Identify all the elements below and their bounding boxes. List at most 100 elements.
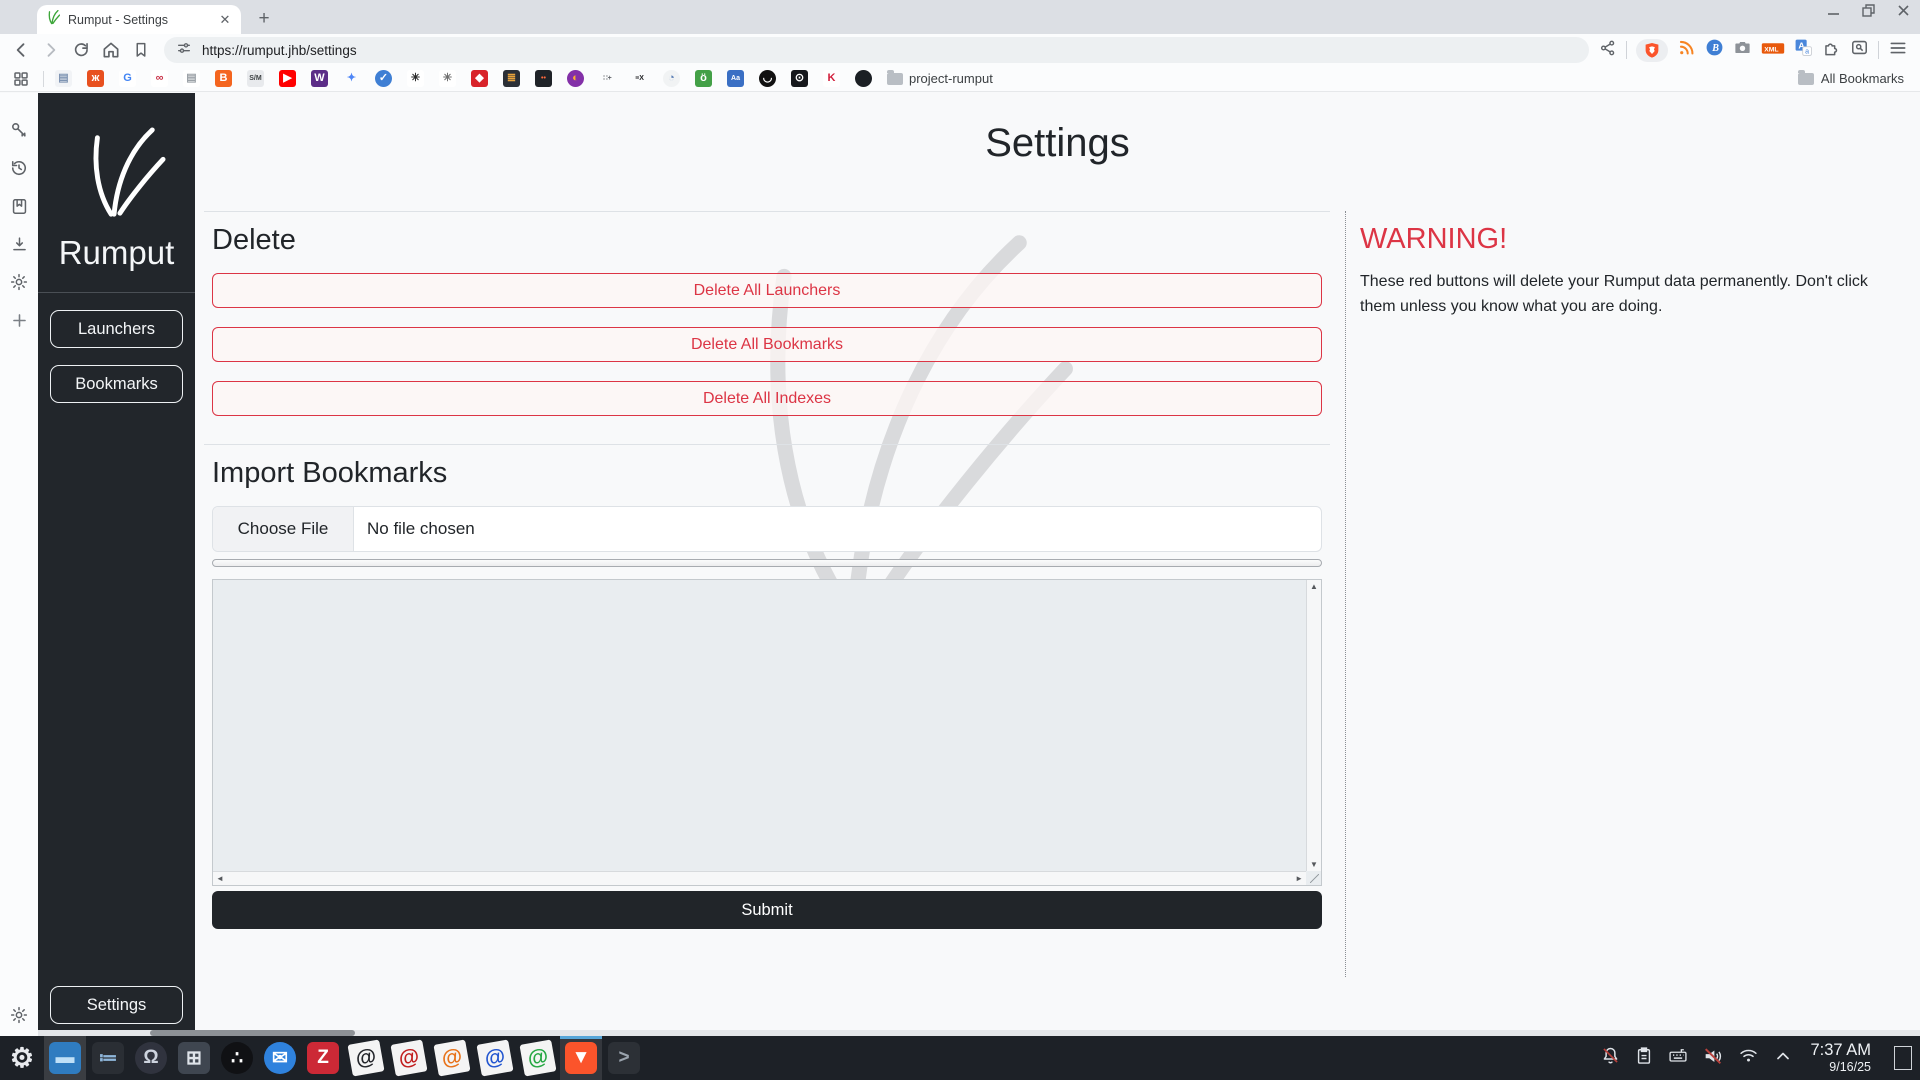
reading-list-icon[interactable] (8, 195, 30, 217)
menu-icon[interactable] (1888, 38, 1908, 63)
choose-file-button[interactable]: Choose File (213, 507, 354, 551)
spiral-blue-icon[interactable]: @ (476, 1039, 513, 1076)
blue-check-icon[interactable]: ✓ (375, 70, 392, 87)
tab-close-icon[interactable]: ✕ (217, 12, 233, 28)
globe-clock-icon[interactable]: ◔ (663, 70, 680, 87)
green-mascot-icon[interactable]: ö (695, 70, 712, 87)
two-dots-icon[interactable]: •• (535, 70, 552, 87)
ex-icon[interactable]: ≡X (631, 70, 648, 87)
show-desktop-button[interactable] (1894, 1046, 1912, 1070)
textarea-vertical-scrollbar[interactable]: ▲▼ (1306, 580, 1321, 871)
scroll-right-arrow[interactable]: ► (1295, 874, 1303, 883)
b-orange-icon[interactable]: B (215, 70, 232, 87)
window-close-button[interactable] (1897, 4, 1910, 17)
sm-icon[interactable]: S/M (247, 70, 264, 87)
dots-plus-icon[interactable]: ∷+ (599, 70, 616, 87)
bookmark-page-icon[interactable] (128, 37, 154, 63)
spiral-green-icon[interactable]: @ (519, 1039, 556, 1076)
window-restore-button[interactable] (1862, 4, 1875, 17)
google-icon[interactable]: G (119, 70, 136, 87)
bottom-settings-icon[interactable] (8, 1004, 30, 1026)
spiral-orange-icon[interactable]: @ (433, 1039, 470, 1076)
sidebar-item-launchers[interactable]: Launchers (50, 310, 183, 348)
delete-all-bookmarks-button[interactable]: Delete All Bookmarks (212, 327, 1322, 362)
textarea-resize-grip[interactable] (1310, 874, 1319, 883)
extensions-puzzle-icon[interactable] (1822, 38, 1841, 62)
forward-icon[interactable] (38, 37, 64, 63)
thunderbird-icon[interactable]: ✉ (264, 1042, 296, 1074)
warning-body: These red buttons will delete your Rumpu… (1360, 270, 1896, 320)
openai-dark-icon[interactable]: ✳ (407, 70, 424, 87)
red-rings-icon[interactable]: ∞ (151, 70, 168, 87)
calculator-icon[interactable]: ⊞ (178, 1042, 210, 1074)
kde-launcher-icon[interactable]: ⚙ (6, 1042, 38, 1074)
clipboard-icon[interactable] (1634, 1046, 1654, 1071)
camera-extension-icon[interactable] (1733, 38, 1752, 62)
youtube-icon[interactable]: ▶ (279, 70, 296, 87)
brave-shield-icon[interactable] (1636, 39, 1668, 62)
wifi-icon[interactable] (1737, 1045, 1760, 1071)
spiral-red-icon[interactable]: @ (390, 1039, 427, 1076)
brave-browser-icon[interactable]: ▼ (565, 1042, 597, 1074)
obs-icon[interactable]: ∴ (221, 1042, 253, 1074)
server-list-icon[interactable]: ≣ (503, 70, 520, 87)
bookmark-folder-project-rumput[interactable]: project-rumput (887, 71, 993, 86)
notifications-muted-icon[interactable] (1600, 1045, 1621, 1071)
notes-icon[interactable]: ▤ (55, 70, 72, 87)
expand-tray-icon[interactable] (1773, 1046, 1793, 1071)
settings-sliders-icon[interactable]: ≔ (92, 1042, 124, 1074)
red-shield-icon[interactable]: ◆ (471, 70, 488, 87)
swirl-purple-icon[interactable]: ◐ (567, 70, 584, 87)
delete-all-indexes-button[interactable]: Delete All Indexes (212, 381, 1322, 416)
orange-app-icon[interactable]: ж (87, 70, 104, 87)
import-textarea[interactable]: ▲▼ ◄► (212, 579, 1322, 886)
cat-icon[interactable]: ⊙ (791, 70, 808, 87)
site-settings-icon[interactable] (176, 40, 192, 61)
keyboard-layout-icon[interactable] (1667, 1046, 1689, 1071)
strip-settings-icon[interactable] (8, 271, 30, 293)
sidebar-item-bookmarks[interactable]: Bookmarks (50, 365, 183, 403)
add-new-icon[interactable] (8, 309, 30, 331)
passwords-key-icon[interactable] (8, 119, 30, 141)
blue-card-icon[interactable]: Aa (727, 70, 744, 87)
back-icon[interactable] (8, 37, 34, 63)
submit-button[interactable]: Submit (212, 891, 1322, 929)
k-red-icon[interactable]: K (823, 70, 840, 87)
zotero-icon[interactable]: Z (307, 1042, 339, 1074)
translate-extension-icon[interactable]: Aa (1794, 38, 1813, 62)
reload-icon[interactable] (68, 37, 94, 63)
spiral-black-icon[interactable]: @ (347, 1039, 384, 1076)
scroll-left-arrow[interactable]: ◄ (216, 874, 224, 883)
delete-all-launchers-button[interactable]: Delete All Launchers (212, 273, 1322, 308)
downloads-icon[interactable] (8, 233, 30, 255)
scroll-down-arrow[interactable]: ▼ (1310, 860, 1318, 869)
github-icon[interactable] (855, 70, 872, 87)
blue-b-extension-icon[interactable]: B (1705, 38, 1724, 62)
w-purple-icon[interactable]: W (311, 70, 328, 87)
apps-grid-icon[interactable] (10, 68, 32, 90)
share-icon[interactable] (1599, 39, 1617, 62)
history-icon[interactable] (8, 157, 30, 179)
xml-extension-icon[interactable]: XML (1761, 40, 1785, 61)
bowl-icon[interactable]: ◡ (759, 70, 776, 87)
url-bar[interactable]: https://rumput.jhb/settings (164, 37, 1589, 63)
openai-gray-icon[interactable]: ✳ (439, 70, 456, 87)
import-file-input[interactable]: Choose File No file chosen (212, 506, 1322, 552)
rss-extension-icon[interactable] (1677, 38, 1696, 62)
sidebar-item-settings[interactable]: Settings (50, 986, 183, 1024)
file-manager-icon[interactable]: ▬ (49, 1042, 81, 1074)
browser-tab[interactable]: Rumput - Settings ✕ (37, 5, 241, 34)
sidebar-search-icon[interactable] (1850, 38, 1869, 62)
all-bookmarks-button[interactable]: All Bookmarks (1798, 71, 1910, 86)
scroll-up-arrow[interactable]: ▲ (1310, 582, 1318, 591)
gemini-sparkle-icon[interactable]: ✦ (343, 70, 360, 87)
home-icon[interactable] (98, 37, 124, 63)
keepassxc-icon[interactable]: Ω (135, 1042, 167, 1074)
textarea-horizontal-scrollbar[interactable]: ◄► (213, 871, 1306, 885)
new-tab-button[interactable]: + (251, 6, 277, 32)
terminal-icon[interactable]: > (608, 1042, 640, 1074)
volume-muted-icon[interactable] (1702, 1045, 1724, 1072)
window-minimize-button[interactable] (1827, 4, 1840, 17)
document-icon[interactable]: ▤ (183, 70, 200, 87)
taskbar-clock[interactable]: 7:37 AM 9/16/25 (1810, 1041, 1871, 1074)
